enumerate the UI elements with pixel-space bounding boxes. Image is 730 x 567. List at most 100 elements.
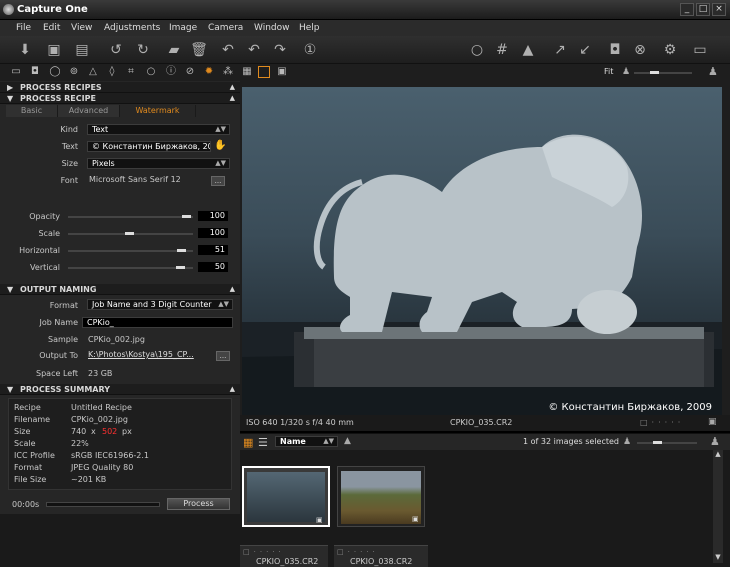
crop-tab-icon[interactable]: ⌗ [125, 66, 137, 78]
camera-icon[interactable]: ◘ [605, 40, 625, 60]
color-tab-icon[interactable]: ⊚ [68, 66, 80, 78]
redo-icon[interactable]: ↷ [270, 40, 290, 60]
thumbnail-2-image [341, 471, 421, 524]
rotate-right-icon[interactable]: ↻ [133, 40, 153, 60]
settings-icon[interactable]: ⚙ [660, 40, 680, 60]
main-photo[interactable]: © Константин Биржаков, 2009 [242, 87, 722, 415]
browser-scrollbar[interactable]: ▲ ▼ [713, 450, 723, 563]
menu-view[interactable]: View [71, 23, 92, 33]
tab-basic[interactable]: Basic [6, 105, 58, 117]
menu-bar: File Edit View Adjustments Image Camera … [0, 20, 730, 36]
format-dropdown[interactable]: Job Name and 3 Digit Counter ▲▼ [87, 299, 233, 310]
grab-hand-icon[interactable]: ✋ [214, 140, 226, 151]
scale-value[interactable]: 100 [198, 228, 228, 238]
zoom-slider[interactable] [634, 71, 692, 74]
zoom-slider-knob[interactable] [650, 71, 659, 74]
menu-file[interactable]: File [16, 23, 31, 33]
cancel-icon[interactable]: ⊗ [630, 40, 650, 60]
viewer-tab-icon[interactable] [258, 66, 270, 78]
menu-image[interactable]: Image [169, 23, 197, 33]
metadata-tab-icon[interactable]: ⊘ [184, 66, 196, 78]
folder-icon[interactable]: ▰ [164, 40, 184, 60]
maximize-button[interactable]: □ [696, 3, 710, 16]
menu-help[interactable]: Help [299, 23, 320, 33]
scroll-down-arrow[interactable]: ▼ [713, 553, 723, 563]
copy-adjust-icon[interactable]: ↗ [550, 40, 570, 60]
font-picker-button[interactable]: ... [211, 176, 225, 186]
process-recipe-header[interactable]: ▼ PROCESS RECIPE ▲ [0, 93, 240, 104]
sort-direction-icon[interactable]: ▲ [344, 436, 351, 446]
sort-dropdown[interactable]: Name ▲▼ [275, 436, 338, 447]
vertical-slider[interactable] [68, 266, 193, 269]
id-icon[interactable]: ▭ [690, 40, 710, 60]
batch-tab-icon[interactable]: ⁂ [222, 66, 234, 78]
summary-size-key: Size [14, 427, 31, 436]
output-folder-button[interactable]: ... [216, 351, 230, 361]
lens-tab-icon[interactable]: ◯ [49, 66, 61, 78]
scroll-up-arrow[interactable]: ▲ [713, 450, 723, 460]
text-input[interactable]: © Константин Биржаков, 200 [87, 141, 211, 152]
fullscreen-tab-icon[interactable]: ▣ [276, 66, 288, 78]
single-view-icon[interactable]: ① [300, 40, 320, 60]
capture-icon[interactable]: ▣ [44, 40, 64, 60]
color-tag-icon[interactable]: ▣ [708, 417, 717, 427]
size-dropdown[interactable]: Pixels ▲▼ [87, 158, 230, 169]
capture-tab-icon[interactable]: ◘ [29, 66, 41, 78]
format-value: Job Name and 3 Digit Counter [92, 300, 212, 309]
rotate-left-icon[interactable]: ↺ [106, 40, 126, 60]
thumbnail-size-knob[interactable] [653, 441, 662, 444]
summary-format-value: JPEG Quality 80 [71, 463, 134, 472]
rating-stars[interactable]: □····· [640, 418, 684, 427]
output-naming-header[interactable]: ▼ OUTPUT NAMING ▲ [0, 284, 240, 295]
output-to-path[interactable]: K:\Photos\Kostya\195_CP... [88, 350, 194, 359]
close-button[interactable]: × [712, 3, 726, 16]
thumbnail-size-slider[interactable] [637, 441, 697, 444]
warning-icon[interactable]: ▲ [518, 40, 538, 60]
process-button[interactable]: Process [167, 498, 230, 510]
undo-all-icon[interactable]: ↶ [218, 40, 238, 60]
thumbnail-2-name: CPKIO_038.CR2 [350, 557, 413, 566]
process-summary-header[interactable]: ▼ PROCESS SUMMARY ▲ [0, 384, 240, 395]
info-tab-icon[interactable]: ⓘ [165, 66, 177, 78]
grid-view-icon[interactable]: ▦ [243, 436, 253, 449]
undo-icon[interactable]: ↶ [244, 40, 264, 60]
focus-tab-icon[interactable]: ◊ [106, 66, 118, 78]
list-view-icon[interactable]: ☰ [258, 436, 268, 449]
process-icon[interactable]: ▤ [72, 40, 92, 60]
vertical-slider-knob[interactable] [176, 266, 185, 269]
grid-icon[interactable]: # [492, 40, 512, 60]
search-icon[interactable]: ○ [467, 40, 487, 60]
job-name-input[interactable]: CPKio_ [82, 317, 233, 328]
opacity-slider-knob[interactable] [182, 215, 191, 218]
kind-dropdown[interactable]: Text ▲▼ [87, 124, 230, 135]
exposure-tab-icon[interactable]: △ [87, 66, 99, 78]
horizontal-value[interactable]: 51 [198, 245, 228, 255]
process-recipes-header[interactable]: ▶ PROCESS RECIPES ▲ [0, 82, 240, 93]
vertical-value[interactable]: 50 [198, 262, 228, 272]
thumbnail-2-stars[interactable]: □····· [337, 548, 379, 556]
details-tab-icon[interactable]: ○ [145, 66, 157, 78]
menu-camera[interactable]: Camera [208, 23, 243, 33]
scale-slider-knob[interactable] [125, 232, 134, 235]
tab-advanced[interactable]: Advanced [58, 105, 120, 117]
zoom-fit-label[interactable]: Fit [604, 67, 613, 76]
import-icon[interactable]: ⬇ [15, 40, 35, 60]
opacity-slider[interactable] [68, 215, 193, 218]
menu-edit[interactable]: Edit [43, 23, 60, 33]
thumbnail-2[interactable]: ▣ [337, 466, 425, 527]
minimize-button[interactable]: _ [680, 3, 694, 16]
output-tab-icon[interactable]: ✹ [203, 66, 215, 78]
thumbnails-tab-icon[interactable]: ▦ [241, 66, 253, 78]
menu-window[interactable]: Window [254, 23, 290, 33]
horizontal-slider-knob[interactable] [177, 249, 186, 252]
menu-adjustments[interactable]: Adjustments [104, 23, 160, 33]
tab-watermark[interactable]: Watermark [120, 105, 196, 117]
horizontal-slider[interactable] [68, 249, 193, 252]
apply-adjust-icon[interactable]: ↙ [575, 40, 595, 60]
library-tab-icon[interactable]: ▭ [10, 66, 22, 78]
thumbnail-1-stars[interactable]: □····· [243, 548, 285, 556]
thumbnail-1[interactable]: ▣ [242, 466, 330, 527]
scale-slider[interactable] [68, 232, 193, 235]
trash-icon[interactable]: 🗑 [189, 40, 209, 60]
opacity-value[interactable]: 100 [198, 211, 228, 221]
